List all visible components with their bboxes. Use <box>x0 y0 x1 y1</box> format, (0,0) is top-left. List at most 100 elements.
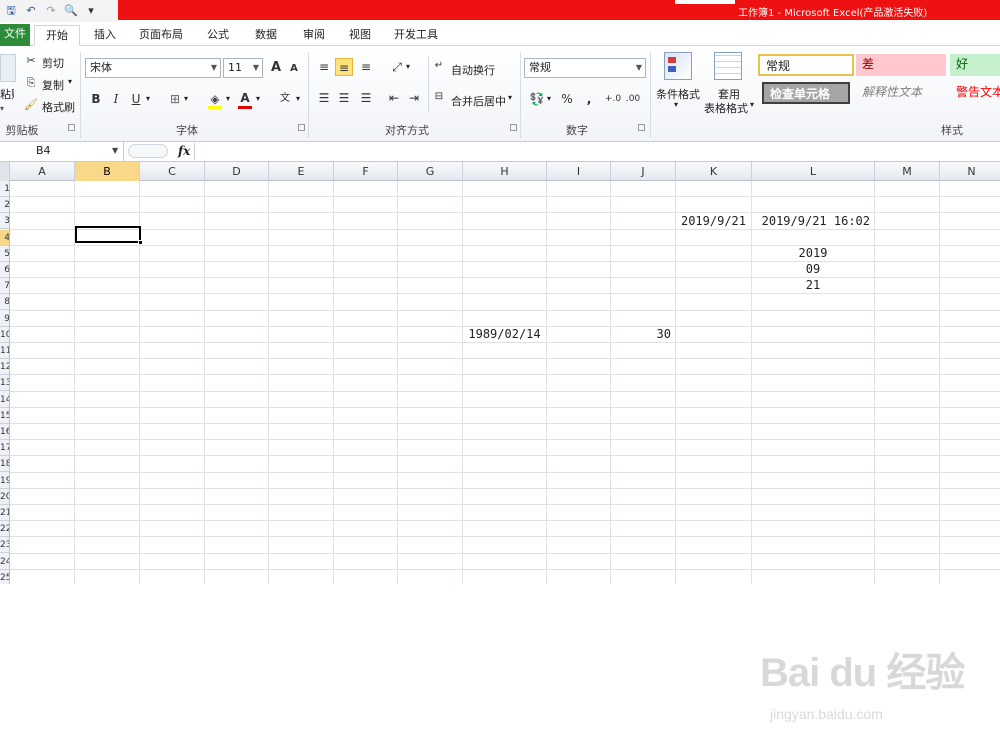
conditional-format-dropdown-icon[interactable]: ▾ <box>674 100 678 109</box>
copy-button[interactable]: 复制 <box>42 77 64 93</box>
column-header-e[interactable]: E <box>269 162 334 181</box>
row-header-19[interactable]: 19 <box>0 473 9 489</box>
undo-icon[interactable]: ↶ <box>24 4 38 18</box>
row-header-8[interactable]: 8 <box>0 294 9 311</box>
phonetic-icon[interactable]: 文 <box>276 90 294 108</box>
increase-decimal-icon[interactable]: +.0 <box>604 90 622 108</box>
customize-icon[interactable]: ▾ <box>84 4 98 18</box>
orientation-dropdown-icon[interactable]: ▾ <box>406 62 410 71</box>
row-header-15[interactable]: 15 <box>0 408 9 424</box>
fill-handle[interactable] <box>138 240 143 245</box>
number-launcher-icon[interactable] <box>638 124 645 131</box>
column-header-k[interactable]: K <box>676 162 752 181</box>
column-header-d[interactable]: D <box>205 162 269 181</box>
cell-h9[interactable]: 1989/02/14 <box>463 326 546 342</box>
decrease-decimal-icon[interactable]: .00 <box>624 90 642 108</box>
column-header-c[interactable]: C <box>140 162 205 181</box>
format-as-table-button-line2[interactable]: 表格格式 <box>704 100 748 116</box>
column-header-h[interactable]: H <box>463 162 547 181</box>
cell-l7[interactable]: 21 <box>752 277 874 293</box>
tab-home[interactable]: 开始 <box>34 25 80 46</box>
column-header-g[interactable]: G <box>398 162 463 181</box>
tab-page-layout[interactable]: 页面布局 <box>134 25 188 46</box>
phonetic-dropdown-icon[interactable]: ▾ <box>296 94 300 103</box>
select-all-button[interactable] <box>0 162 10 181</box>
cut-button[interactable]: 剪切 <box>42 55 64 71</box>
row-header-16[interactable]: 16 <box>0 424 9 440</box>
column-header-n[interactable]: N <box>940 162 1000 181</box>
row-header-7[interactable]: 7 <box>0 278 9 295</box>
row-header-23[interactable]: 23 <box>0 537 9 554</box>
row-header-1[interactable]: 1 <box>0 181 9 197</box>
paste-button[interactable]: 粘贴 <box>0 86 14 102</box>
row-header-5[interactable]: 5 <box>0 246 9 262</box>
style-bad[interactable]: 差 <box>856 54 946 76</box>
percent-button[interactable]: % <box>558 90 576 108</box>
bold-button[interactable]: B <box>87 90 105 108</box>
align-center-icon[interactable]: ☰ <box>335 89 353 107</box>
column-header-b[interactable]: B <box>75 162 140 181</box>
align-bottom-icon[interactable]: ≡ <box>357 58 375 76</box>
cell-k3[interactable]: 2019/9/21 <box>676 213 750 229</box>
format-as-table-dropdown-icon[interactable]: ▾ <box>750 100 754 109</box>
merge-dropdown-icon[interactable]: ▾ <box>508 93 512 102</box>
column-header-a[interactable]: A <box>10 162 75 181</box>
row-header-25[interactable]: 25 <box>0 570 9 584</box>
chevron-down-icon[interactable]: ▼ <box>112 142 118 160</box>
orientation-icon[interactable]: ⤢ <box>388 58 406 76</box>
row-header-13[interactable]: 13 <box>0 375 9 392</box>
row-header-2[interactable]: 2 <box>0 197 9 214</box>
style-normal[interactable]: 常规 <box>758 54 854 76</box>
style-explanatory[interactable]: 解释性文本 <box>856 82 946 104</box>
row-header-21[interactable]: 21 <box>0 505 9 521</box>
row-header-18[interactable]: 18 <box>0 456 9 473</box>
format-painter-button[interactable]: 格式刷 <box>42 99 75 115</box>
currency-icon[interactable]: 💱 <box>528 90 546 108</box>
align-middle-icon[interactable]: ≡ <box>335 58 353 76</box>
currency-dropdown-icon[interactable]: ▾ <box>547 94 551 103</box>
cell-j9[interactable]: 30 <box>611 326 675 342</box>
row-header-3[interactable]: 3 <box>0 213 9 230</box>
style-good[interactable]: 好 <box>950 54 1000 76</box>
font-size-select[interactable]: 11 ▼ <box>223 58 263 78</box>
active-cell-b4[interactable] <box>75 226 141 243</box>
row-header-22[interactable]: 22 <box>0 521 9 538</box>
row-header-17[interactable]: 17 <box>0 440 9 457</box>
italic-button[interactable]: I <box>107 90 125 108</box>
tab-formulas[interactable]: 公式 <box>200 25 236 46</box>
name-box[interactable]: B4 <box>0 142 124 161</box>
decrease-indent-icon[interactable]: ⇤ <box>385 89 403 107</box>
number-format-select[interactable]: 常规 ▼ <box>524 58 646 78</box>
row-header-6[interactable]: 6 <box>0 262 9 278</box>
row-header-20[interactable]: 20 <box>0 489 9 505</box>
tab-data[interactable]: 数据 <box>248 25 284 46</box>
row-header-14[interactable]: 14 <box>0 392 9 408</box>
font-color-dropdown-icon[interactable]: ▾ <box>256 94 260 103</box>
font-name-select[interactable]: 宋体 ▼ <box>85 58 221 78</box>
print-preview-icon[interactable]: 🔍 <box>64 4 78 18</box>
tab-developer[interactable]: 开发工具 <box>388 25 444 46</box>
style-warning[interactable]: 警告文本 <box>950 82 1000 104</box>
style-check-cell[interactable]: 检查单元格 <box>762 82 850 104</box>
cell-l6[interactable]: 09 <box>752 261 874 277</box>
redo-icon[interactable]: ↷ <box>44 4 58 18</box>
column-header-j[interactable]: J <box>611 162 676 181</box>
tab-view[interactable]: 视图 <box>342 25 378 46</box>
merge-center-button[interactable]: 合并后居中 <box>451 93 506 109</box>
clipboard-launcher-icon[interactable] <box>68 124 75 131</box>
alignment-launcher-icon[interactable] <box>510 124 517 131</box>
font-color-icon[interactable]: A <box>236 89 254 107</box>
comma-button[interactable]: , <box>580 90 598 108</box>
underline-dropdown-icon[interactable]: ▾ <box>146 94 150 103</box>
border-icon[interactable]: ⊞ <box>166 90 184 108</box>
tab-insert[interactable]: 插入 <box>88 25 122 46</box>
tab-review[interactable]: 审阅 <box>296 25 332 46</box>
fill-color-dropdown-icon[interactable]: ▾ <box>226 94 230 103</box>
font-launcher-icon[interactable] <box>298 124 305 131</box>
increase-indent-icon[interactable]: ⇥ <box>405 89 423 107</box>
column-header-m[interactable]: M <box>875 162 940 181</box>
align-right-icon[interactable]: ☰ <box>357 89 375 107</box>
tab-file[interactable]: 文件 <box>0 24 30 46</box>
row-header-12[interactable]: 12 <box>0 359 9 376</box>
row-header-10[interactable]: 10 <box>0 327 9 343</box>
